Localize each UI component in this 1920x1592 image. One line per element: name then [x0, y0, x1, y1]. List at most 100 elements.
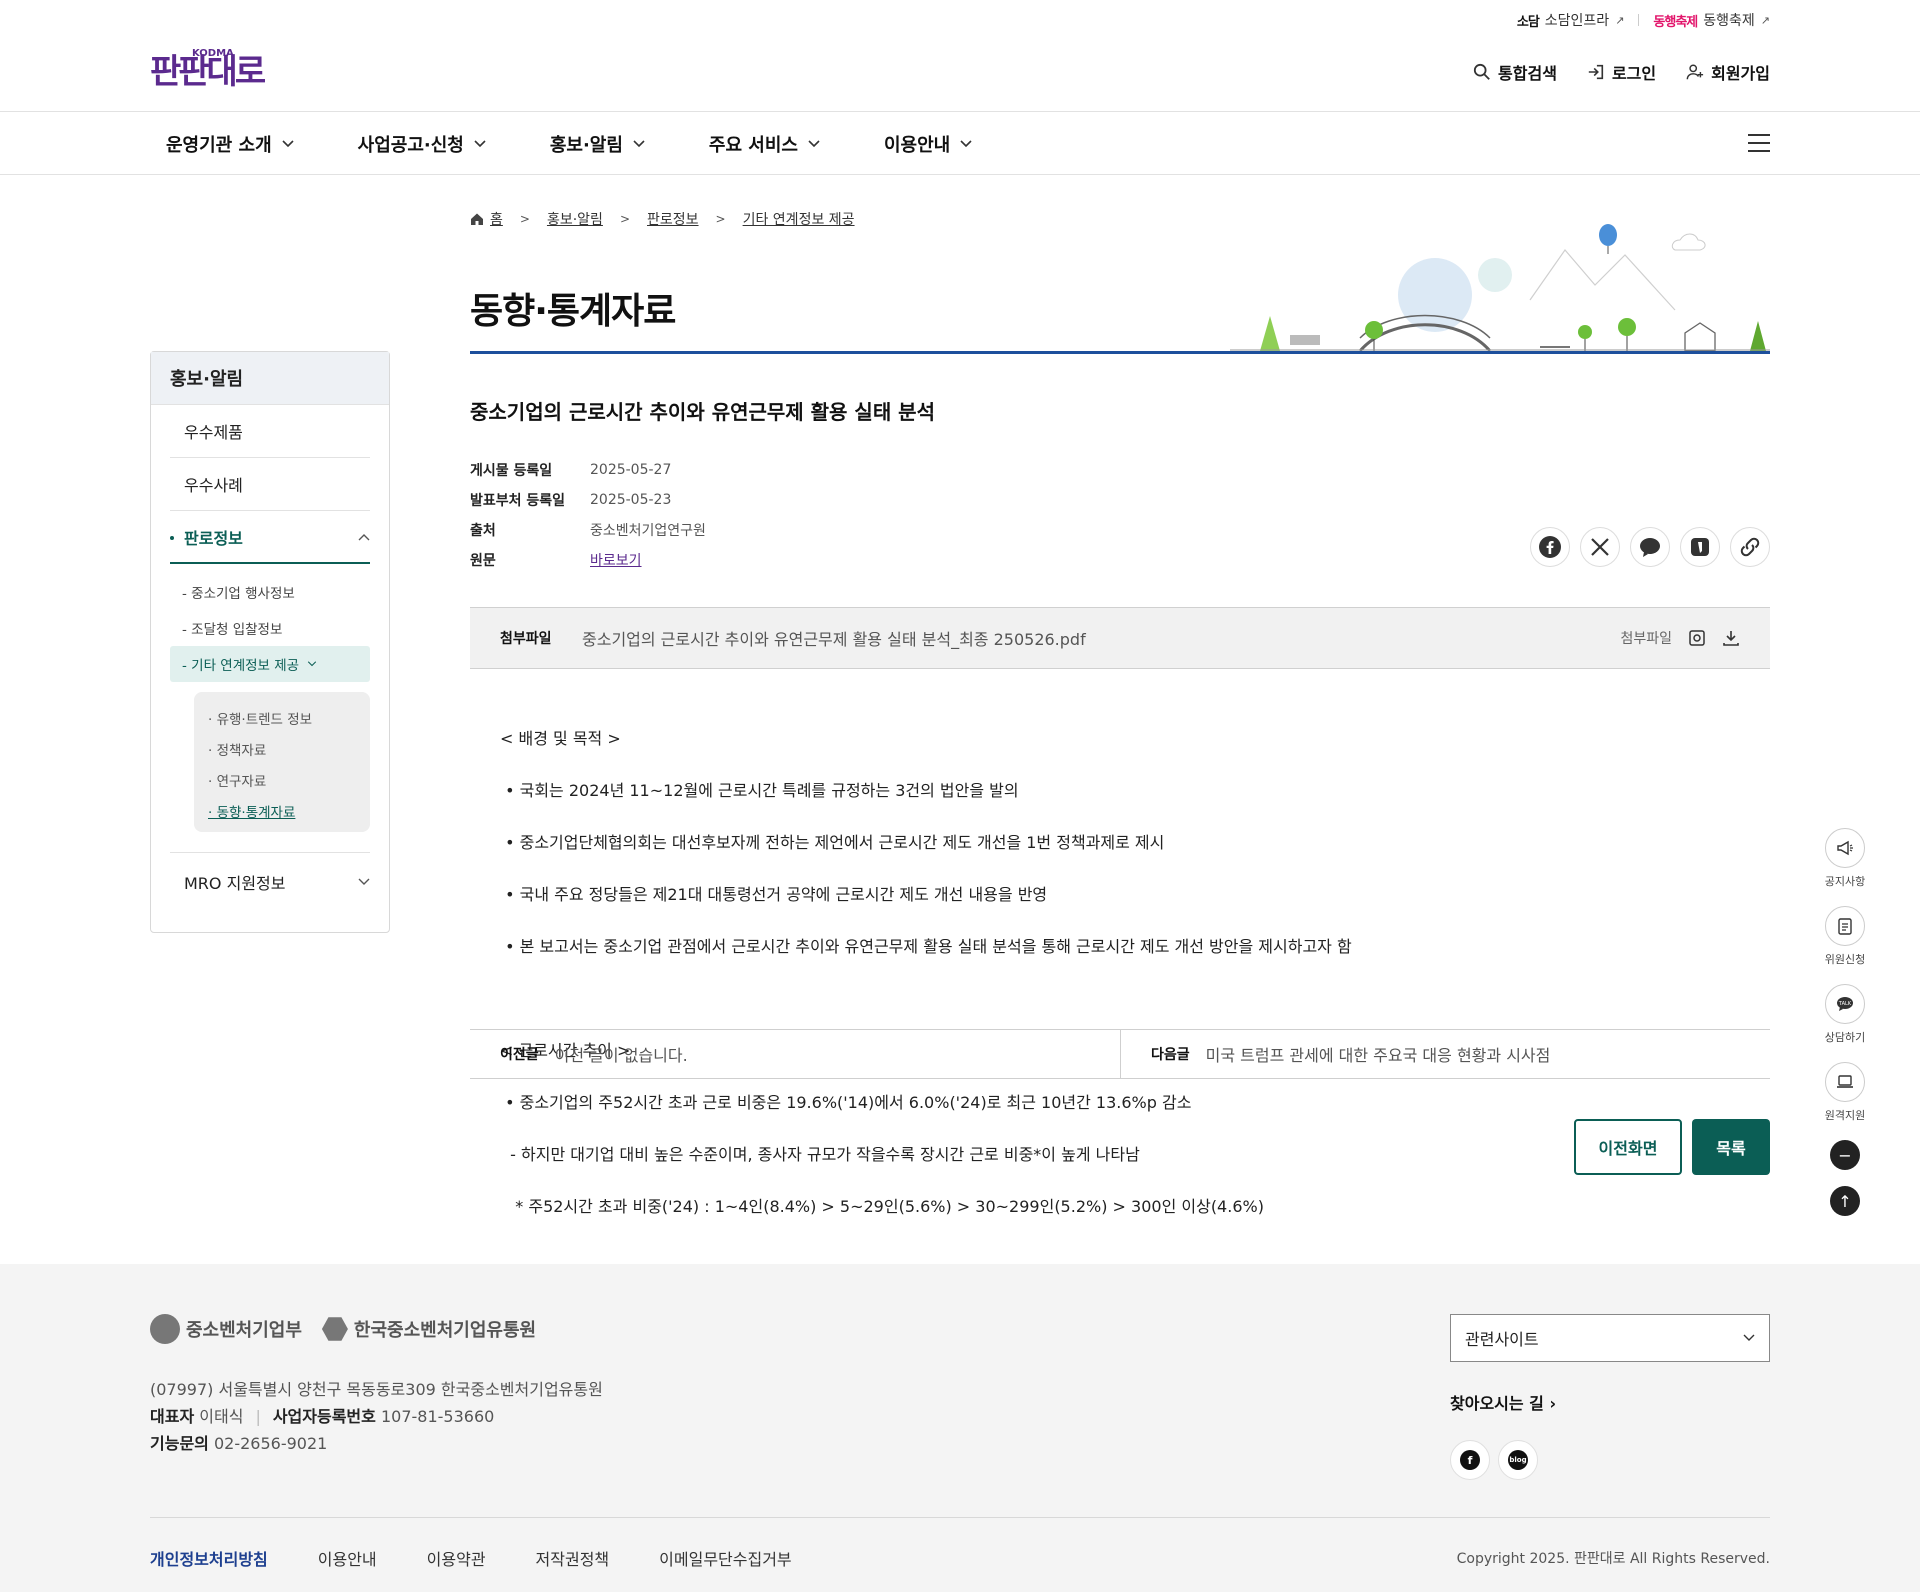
sodam-infra-link[interactable]: 소담 소담인프라 ↗: [1517, 10, 1625, 30]
meta-value: 2025-05-23: [590, 492, 672, 508]
related-site-label: 관련사이트: [1465, 1330, 1539, 1349]
chevron-down-icon: [282, 140, 294, 148]
side-navigation: 홍보·알림 우수제품 우수사례 판로정보 - 중소기업 행사정보 - 조달청 입…: [150, 351, 390, 933]
attachment-right-label: 첨부파일: [1620, 631, 1672, 647]
lnb-item-mro[interactable]: MRO 지원정보: [170, 852, 370, 911]
email-refusal-link[interactable]: 이메일무단수집거부: [659, 1546, 791, 1570]
scroll-top-icon[interactable]: ↑: [1830, 1186, 1860, 1216]
lnb-sub-item-linked-info[interactable]: - 기타 연계정보 제공: [170, 646, 370, 682]
divider: |: [255, 1407, 261, 1426]
privacy-policy-link[interactable]: 개인정보처리방침: [150, 1546, 268, 1570]
lnb-third-item-research[interactable]: · 연구자료: [194, 764, 370, 795]
festival-logo: 동행축제: [1653, 14, 1698, 30]
attachment-filename[interactable]: 중소기업의 근로시간 추이와 유연근무제 활용 실태 분석_최종 250526.…: [582, 626, 1620, 650]
kakaostory-share-button[interactable]: [1680, 527, 1720, 567]
add-user-icon: [1686, 64, 1704, 80]
copyright: Copyright 2025. 판판대로 All Rights Reserved…: [1456, 1551, 1770, 1567]
login-icon: [1588, 64, 1604, 80]
gnb-item-about[interactable]: 운영기관 소개: [166, 131, 294, 157]
chevron-right-icon: >: [519, 212, 530, 226]
member-menu: 통합검색 로그인 회원가입: [1473, 60, 1770, 84]
directions-link[interactable]: 찾아오시는 길 ›: [1450, 1390, 1556, 1414]
gnb-item-news[interactable]: 홍보·알림: [550, 131, 645, 157]
lnb-third-item-statistics[interactable]: · 동향·통계자료: [194, 795, 370, 826]
megaphone-icon: [1824, 828, 1865, 868]
breadcrumb-home[interactable]: 홈: [490, 209, 503, 229]
gnb-label: 주요 서비스: [708, 135, 798, 156]
hamburger-menu-icon[interactable]: [1748, 134, 1770, 152]
copyright-policy-link[interactable]: 저작권정책: [536, 1546, 610, 1570]
meta-row: 출처 중소벤처기업연구원: [470, 515, 706, 545]
copy-link-button[interactable]: [1730, 527, 1770, 567]
laptop-icon: [1824, 1062, 1865, 1102]
meta-value: 중소벤처기업연구원: [590, 523, 706, 539]
lnb-item-best-cases[interactable]: 우수사례: [170, 458, 370, 511]
gnb-label: 사업공고·신청: [357, 135, 464, 156]
lnb-sub-item-events[interactable]: - 중소기업 행사정보: [170, 574, 370, 610]
x-share-button[interactable]: [1580, 527, 1620, 567]
gnb-item-services[interactable]: 주요 서비스: [709, 131, 820, 157]
kakaotalk-share-button[interactable]: [1630, 527, 1670, 567]
related-site-select[interactable]: 관련사이트: [1450, 1314, 1770, 1362]
speech-bubble-icon: [1640, 538, 1660, 557]
quick-notice[interactable]: 공지사항: [1825, 828, 1865, 889]
kodma-logo[interactable]: 한국중소벤처기업유통원: [321, 1316, 537, 1342]
body-line: < 배경 및 목적 >: [500, 729, 621, 748]
gnb-item-business[interactable]: 사업공고·신청: [358, 131, 486, 157]
breadcrumb-market-info[interactable]: 판로정보: [647, 209, 699, 229]
quick-consult[interactable]: TALK 상담하기: [1825, 984, 1865, 1045]
biz-value: 107-81-53660: [380, 1407, 495, 1426]
meta-key: 게시물 등록일: [470, 463, 553, 479]
mss-logo[interactable]: 중소벤처기업부: [150, 1314, 302, 1344]
clipboard-icon: [1824, 906, 1865, 946]
back-button[interactable]: 이전화면: [1574, 1119, 1682, 1175]
chevron-down-icon: [808, 140, 820, 148]
festival-link[interactable]: 동행축제 동행축제 ↗: [1653, 10, 1770, 30]
prev-next-navigation: 이전글 이전 글이 없습니다. 다음글 미국 트럼프 관세에 대한 주요국 대응…: [470, 1029, 1770, 1079]
facebook-link[interactable]: f: [1450, 1440, 1490, 1480]
search-button[interactable]: 통합검색: [1473, 60, 1557, 84]
kodma-logo-text: 한국중소벤처기업유통원: [353, 1320, 537, 1341]
site-logo[interactable]: 판판대로 KODMA: [150, 48, 266, 94]
preview-icon[interactable]: [1688, 629, 1706, 647]
next-post[interactable]: 다음글 미국 트럼프 관세에 대한 주요국 대응 현황과 시사점: [1120, 1030, 1770, 1078]
lnb-third-item-trend[interactable]: · 유행·트렌드 정보: [194, 702, 370, 733]
directions-label: 찾아오시는 길: [1450, 1394, 1544, 1413]
body-line: * 주52시간 초과 비중('24) : 1~4인(8.4%) > 5~29인(…: [500, 1197, 1264, 1216]
join-button[interactable]: 회원가입: [1686, 60, 1770, 84]
breadcrumb-news[interactable]: 홍보·알림: [547, 209, 603, 229]
lnb-third-item-policy[interactable]: · 정책자료: [194, 733, 370, 764]
gnb-item-guide[interactable]: 이용안내: [884, 131, 972, 157]
meta-row: 게시물 등록일 2025-05-27: [470, 455, 706, 485]
terms-link[interactable]: 이용약관: [427, 1546, 486, 1570]
page-buttons: 이전화면 목록: [1574, 1119, 1770, 1175]
footer-links: 개인정보처리방침 이용안내 이용약관 저작권정책 이메일무단수집거부: [150, 1546, 792, 1570]
blog-icon: blog: [1508, 1450, 1528, 1470]
body-line: - 하지만 대기업 대비 높은 수준이며, 종사자 규모가 작을수록 장시간 근…: [500, 1145, 1140, 1164]
lnb-sub-menu: - 중소기업 행사정보 - 조달청 입찰정보 - 기타 연계정보 제공 · 유행…: [151, 564, 389, 832]
quick-remote[interactable]: 원격지원: [1825, 1062, 1865, 1123]
minus-icon[interactable]: −: [1830, 1140, 1860, 1170]
login-button[interactable]: 로그인: [1587, 60, 1656, 84]
body-line: • 중소기업단체협의회는 대선후보자께 전하는 제언에서 근로시간 제도 개선을…: [500, 833, 1165, 852]
lnb-item-excellent-products[interactable]: 우수제품: [170, 405, 370, 458]
quick-label: 원격지원: [1824, 1109, 1866, 1122]
next-text[interactable]: 미국 트럼프 관세에 대한 주요국 대응 현황과 시사점: [1206, 1042, 1551, 1066]
original-link[interactable]: 바로보기: [590, 550, 642, 570]
facebook-share-button[interactable]: [1530, 527, 1570, 567]
facebook-icon: f: [1460, 1450, 1480, 1470]
svg-text:TALK: TALK: [1838, 1001, 1852, 1007]
lnb-item-market-info[interactable]: 판로정보: [170, 511, 370, 564]
body-line: • 국내 주요 정당들은 제21대 대통령선거 공약에 근로시간 제도 개선 내…: [500, 885, 1048, 904]
tel-value: 02-2656-9021: [213, 1434, 328, 1453]
prev-text: 이전 글이 없습니다.: [554, 1046, 688, 1065]
site-header: 소담 소담인프라 ↗ 동행축제 동행축제 ↗ 판판대로 KODMA 통합검색 로…: [0, 0, 1920, 112]
blog-link[interactable]: blog: [1498, 1440, 1538, 1480]
x-icon: [1591, 538, 1609, 556]
breadcrumb-linked-info[interactable]: 기타 연계정보 제공: [743, 209, 855, 229]
list-button[interactable]: 목록: [1692, 1119, 1770, 1175]
lnb-sub-item-procurement[interactable]: - 조달청 입찰정보: [170, 610, 370, 646]
quick-committee[interactable]: 위원신청: [1825, 906, 1865, 967]
download-icon[interactable]: [1722, 629, 1740, 647]
usage-guide-link[interactable]: 이용안내: [318, 1546, 377, 1570]
